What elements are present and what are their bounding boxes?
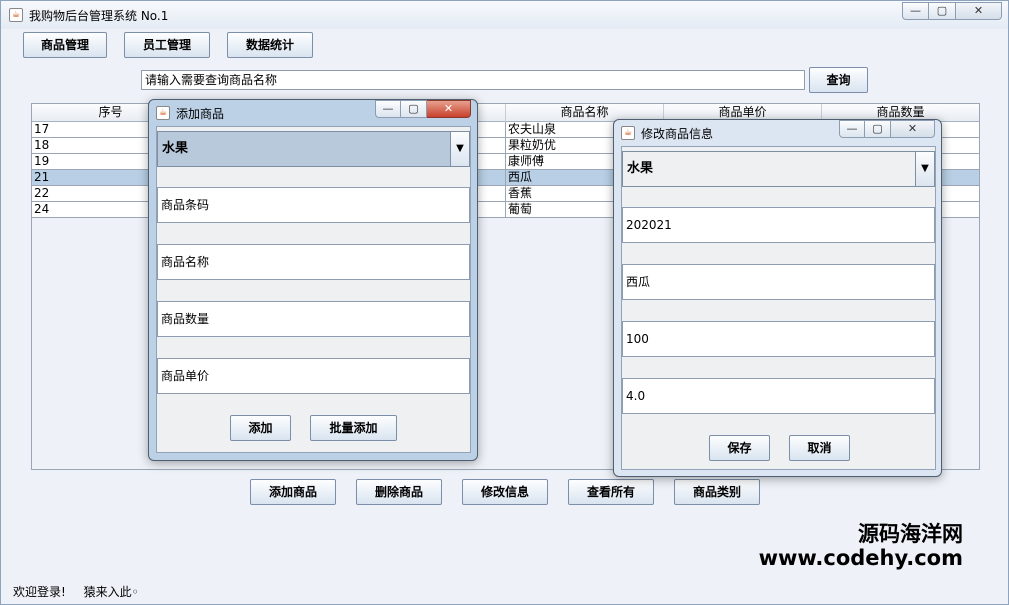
java-app-icon: ☕ xyxy=(9,8,23,22)
dialog-title: 添加商品 xyxy=(176,107,225,121)
chevron-down-icon[interactable]: ▼ xyxy=(915,152,934,186)
add-goods-dialog: ☕ 添加商品 — ▢ ✕ 水果 ▼ 商品条码 商品名称 商品数量 商品单价 添加… xyxy=(148,99,478,461)
delete-goods-button[interactable]: 删除商品 xyxy=(356,479,442,505)
add-dialog-content: 水果 ▼ 商品条码 商品名称 商品数量 商品单价 添加 批量添加 xyxy=(156,126,471,453)
chevron-down-icon[interactable]: ▼ xyxy=(450,132,469,166)
minimize-button[interactable]: — xyxy=(902,2,929,20)
status-bar: 欢迎登录! 猿来入此◦ xyxy=(13,583,139,600)
category-select[interactable]: 水果 ▼ xyxy=(622,151,935,187)
batch-add-button[interactable]: 批量添加 xyxy=(310,415,397,441)
cancel-button[interactable]: 取消 xyxy=(789,435,850,461)
window-controls: — ▢ ✕ xyxy=(902,2,1002,20)
name-input[interactable]: 西瓜 xyxy=(622,264,935,300)
add-button[interactable]: 添加 xyxy=(230,415,291,441)
dialog-title: 修改商品信息 xyxy=(641,127,714,141)
dialog-title-bar: ☕ 添加商品 — ▢ ✕ xyxy=(149,100,477,126)
window-title: 我购物后台管理系统 No.1 xyxy=(29,9,169,23)
price-input[interactable]: 商品单价 xyxy=(157,358,470,394)
maximize-button[interactable]: ▢ xyxy=(401,100,427,118)
staff-management-button[interactable]: 员工管理 xyxy=(124,32,210,58)
welcome-text: 欢迎登录! xyxy=(13,585,66,599)
statistics-button[interactable]: 数据统计 xyxy=(227,32,313,58)
quantity-input[interactable]: 100 xyxy=(622,321,935,357)
watermark-name: 源码海洋网 xyxy=(858,521,963,546)
save-button[interactable]: 保存 xyxy=(709,435,770,461)
category-selected-value: 水果 xyxy=(627,161,654,176)
category-select[interactable]: 水果 ▼ xyxy=(157,131,470,167)
search-input[interactable]: 请输入需要查询商品名称 xyxy=(141,70,805,90)
barcode-input[interactable]: 商品条码 xyxy=(157,187,470,223)
minimize-button[interactable]: — xyxy=(839,120,865,138)
quantity-input[interactable]: 商品数量 xyxy=(157,301,470,337)
java-app-icon: ☕ xyxy=(156,106,170,120)
dialog-title-bar: ☕ 修改商品信息 — ▢ ✕ xyxy=(614,120,941,146)
watermark: 源码海洋网 www.codehy.com xyxy=(758,521,963,571)
username-text: 猿来入此◦ xyxy=(83,585,139,599)
goods-management-button[interactable]: 商品管理 xyxy=(23,32,107,58)
edit-goods-dialog: ☕ 修改商品信息 — ▢ ✕ 水果 ▼ 202021 西瓜 100 4.0 保存… xyxy=(613,119,942,477)
view-all-button[interactable]: 查看所有 xyxy=(568,479,654,505)
barcode-input[interactable]: 202021 xyxy=(622,207,935,243)
watermark-url: www.codehy.com xyxy=(758,546,963,570)
edit-dialog-content: 水果 ▼ 202021 西瓜 100 4.0 保存 取消 xyxy=(621,146,936,470)
add-goods-button[interactable]: 添加商品 xyxy=(250,479,336,505)
category-selected-value: 水果 xyxy=(162,141,189,156)
price-input[interactable]: 4.0 xyxy=(622,378,935,414)
search-button[interactable]: 查询 xyxy=(809,67,868,93)
close-button[interactable]: ✕ xyxy=(891,120,935,138)
maximize-button[interactable]: ▢ xyxy=(865,120,891,138)
edit-info-button[interactable]: 修改信息 xyxy=(462,479,548,505)
title-bar: ☕ 我购物后台管理系统 No.1 — ▢ ✕ xyxy=(1,1,1008,29)
close-button[interactable]: ✕ xyxy=(956,2,1002,20)
dialog-controls: — ▢ ✕ xyxy=(375,100,471,118)
close-button[interactable]: ✕ xyxy=(427,100,471,118)
minimize-button[interactable]: — xyxy=(375,100,401,118)
java-app-icon: ☕ xyxy=(621,126,635,140)
dialog-controls: — ▢ ✕ xyxy=(839,120,935,138)
goods-category-button[interactable]: 商品类别 xyxy=(674,479,760,505)
maximize-button[interactable]: ▢ xyxy=(929,2,956,20)
name-input[interactable]: 商品名称 xyxy=(157,244,470,280)
